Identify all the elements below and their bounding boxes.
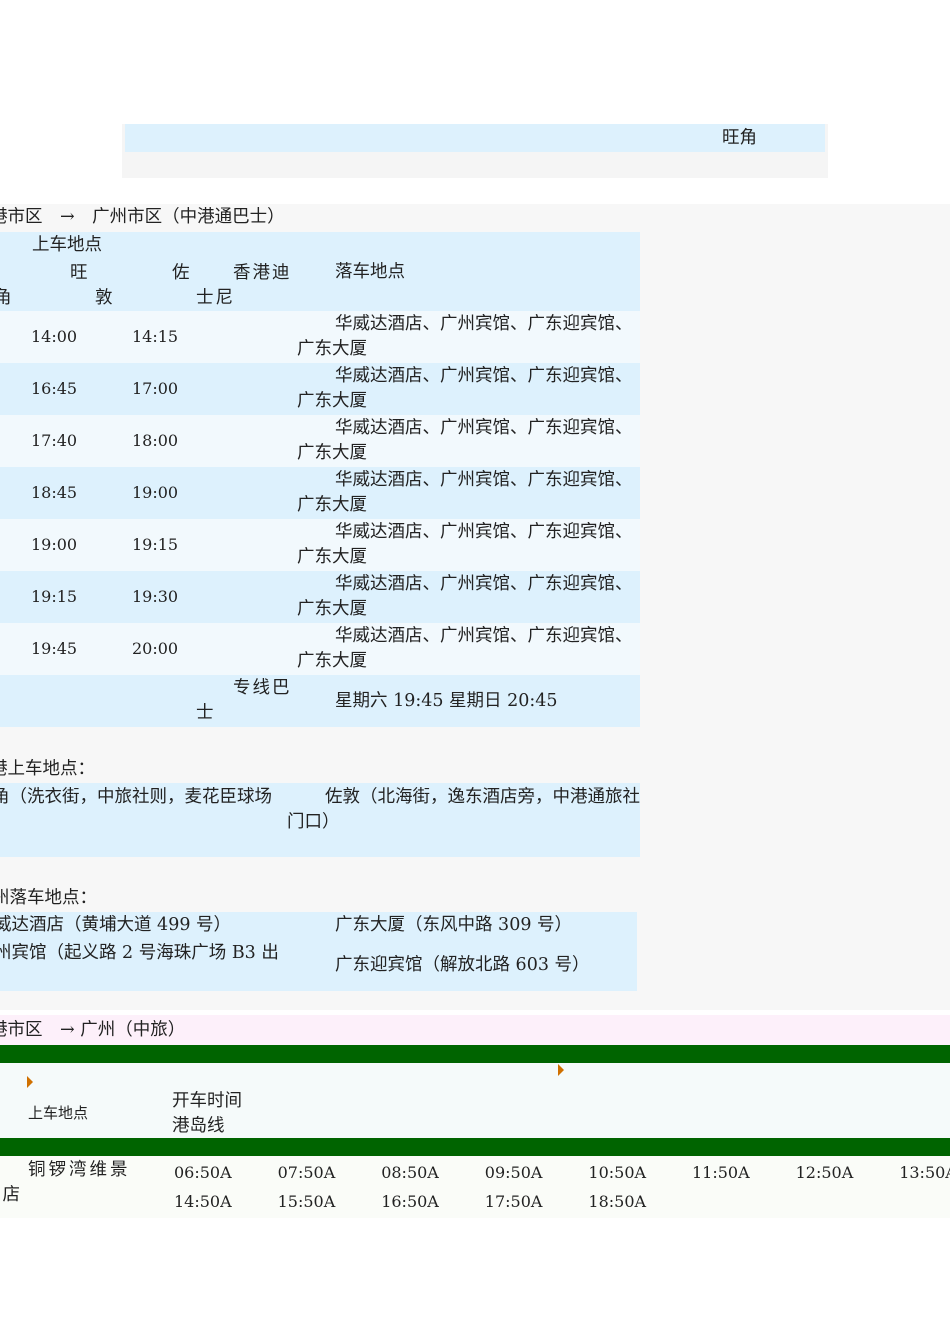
departure-time: 08:50A — [381, 1163, 439, 1182]
time-mongkok: 19:00 — [31, 535, 78, 554]
table-row: 铜锣湾维景酒店 06:50A 07:50A 08:50A 09:50A 10:50A 11… — [0, 1156, 950, 1218]
departure-time: 15:50A — [277, 1192, 336, 1211]
header-dropoff: 落车地点 — [335, 262, 405, 282]
header-pickup: 上车地点 — [28, 1104, 89, 1122]
schedule-header: 上车地点 旺角 佐敦 香港迪士尼 落车地点 — [0, 232, 640, 311]
pickup-box: 角（洗衣街，中旅社则，麦花臣球场 佐敦（北海街，逸东酒店旁，中港通旅社门口） — [0, 783, 640, 857]
table-row: 19:00 19:15 华威达酒店、广州宾馆、广东迎宾馆、广东大厦 — [0, 519, 640, 571]
table-row: 18:45 19:00 华威达酒店、广州宾馆、广东迎宾馆、广东大厦 — [0, 467, 640, 519]
departure-time: 10:50A — [588, 1163, 647, 1182]
arrow-marker-icon — [27, 1076, 33, 1088]
dropoff-point: 州宾馆（起义路 2 号海珠广场 B3 出 — [0, 943, 279, 963]
departure-time: 07:50A — [277, 1163, 336, 1182]
green-bar — [0, 1138, 950, 1156]
time-jordan: 19:30 — [132, 587, 179, 606]
table-row: 19:45 20:00 华威达酒店、广州宾馆、广东迎宾馆、广东大厦 — [0, 623, 640, 675]
dropoff-cell: 星期六 19:45 星期日 20:45 — [335, 691, 558, 711]
dropoff-cell: 华威达酒店、广州宾馆、广东迎宾馆、广东大厦 — [297, 470, 633, 515]
stop-name: 铜锣湾维景酒店 — [0, 1160, 131, 1205]
time-mongkok: 16:45 — [31, 379, 78, 398]
pickup-title: 港上车地点： — [0, 759, 95, 779]
dropoff-cell: 华威达酒店、广州宾馆、广东迎宾馆、广东大厦 — [297, 314, 633, 359]
departure-time: 16:50A — [381, 1192, 439, 1211]
pickup-point-mongkok: 角（洗衣街，中旅社则，麦花臣球场 — [0, 787, 272, 807]
time-mongkok: 14:00 — [31, 327, 78, 346]
dropoff-cell: 华威达酒店、广州宾馆、广东迎宾馆、广东大厦 — [297, 418, 633, 463]
dropoff-cell: 华威达酒店、广州宾馆、广东迎宾馆、广东大厦 — [297, 366, 633, 411]
table-row: 17:40 18:00 华威达酒店、广州宾馆、广东迎宾馆、广东大厦 — [0, 415, 640, 467]
header-col-jordan: 佐敦 — [95, 263, 190, 308]
dropoff-point: 威达酒店（黄埔大道 499 号） — [0, 915, 232, 935]
time-mongkok: 19:45 — [31, 639, 78, 658]
section2-title: 港市区 → 广州（中旅） — [0, 1020, 186, 1040]
time-mongkok: 18:45 — [31, 483, 78, 502]
table-row: 19:15 19:30 华威达酒店、广州宾馆、广东迎宾馆、广东大厦 — [0, 571, 640, 623]
dropoff-cell: 华威达酒店、广州宾馆、广东迎宾馆、广东大厦 — [297, 626, 633, 671]
dropoff-title: 州落车地点： — [0, 888, 97, 908]
pickup-point-jordan: 佐敦（北海街，逸东酒店旁，中港通旅社门口） — [287, 787, 640, 832]
table-row: 14:00 14:15 华威达酒店、广州宾馆、广东迎宾馆、广东大厦 — [0, 311, 640, 363]
dropoff-cell: 华威达酒店、广州宾馆、广东迎宾馆、广东大厦 — [297, 574, 633, 619]
departure-time: 11:50A — [692, 1163, 750, 1182]
time-jordan: 19:15 — [132, 535, 179, 554]
header-col-mongkok: 旺角 — [0, 263, 88, 308]
header-col-disney: 香港迪士尼 — [196, 263, 292, 308]
section2-header: 上车地点 开车时间 港岛线 — [0, 1063, 950, 1138]
time-disney: 专线巴士 — [196, 678, 292, 723]
departure-time: 13:50A — [899, 1163, 950, 1182]
green-bar — [0, 1045, 950, 1063]
time-jordan: 17:00 — [132, 379, 179, 398]
time-mongkok: 19:15 — [31, 587, 78, 606]
top-box-label: 旺角 — [722, 128, 757, 148]
top-box-header: 旺角 — [125, 124, 825, 152]
time-jordan: 18:00 — [132, 431, 179, 450]
dropoff-point: 广东大厦（东风中路 309 号） — [335, 915, 573, 935]
departure-time: 14:50A — [174, 1192, 232, 1211]
departure-time: 06:50A — [174, 1163, 232, 1182]
table-row: 16:45 17:00 华威达酒店、广州宾馆、广东迎宾馆、广东大厦 — [0, 363, 640, 415]
header-pickup: 上车地点 — [32, 235, 102, 255]
departure-time: 09:50A — [484, 1163, 543, 1182]
section2: 港市区 → 广州（中旅） 上车地点 开车时间 港岛线 铜锣湾维景酒店 06:50… — [0, 1015, 950, 1220]
section2-title-bar: 港市区 → 广州（中旅） — [0, 1015, 950, 1045]
dropoff-cell: 华威达酒店、广州宾馆、广东迎宾馆、广东大厦 — [297, 522, 633, 567]
time-jordan: 14:15 — [132, 327, 179, 346]
departure-time: 12:50A — [795, 1163, 854, 1182]
top-box: 旺角 — [122, 124, 828, 178]
time-mongkok: 17:40 — [31, 431, 78, 450]
dropoff-point: 广东迎宾馆（解放北路 603 号） — [335, 955, 590, 975]
time-jordan: 19:00 — [132, 483, 179, 502]
section1-title: 港市区 → 广州市区（中港通巴士） — [0, 207, 285, 227]
table-row: 专线巴士 星期六 19:45 星期日 20:45 — [0, 675, 640, 727]
dropoff-box: 威达酒店（黄埔大道 499 号） 州宾馆（起义路 2 号海珠广场 B3 出 广东… — [0, 912, 637, 991]
time-jordan: 20:00 — [132, 639, 179, 658]
departure-time: 18:50A — [588, 1192, 647, 1211]
header-line: 港岛线 — [172, 1116, 225, 1136]
arrow-marker-icon — [558, 1064, 564, 1076]
header-time: 开车时间 — [172, 1091, 242, 1111]
departure-time: 17:50A — [484, 1192, 543, 1211]
section1: 港市区 → 广州市区（中港通巴士） 上车地点 旺角 佐敦 香港迪士尼 落车地点 … — [0, 204, 950, 1010]
